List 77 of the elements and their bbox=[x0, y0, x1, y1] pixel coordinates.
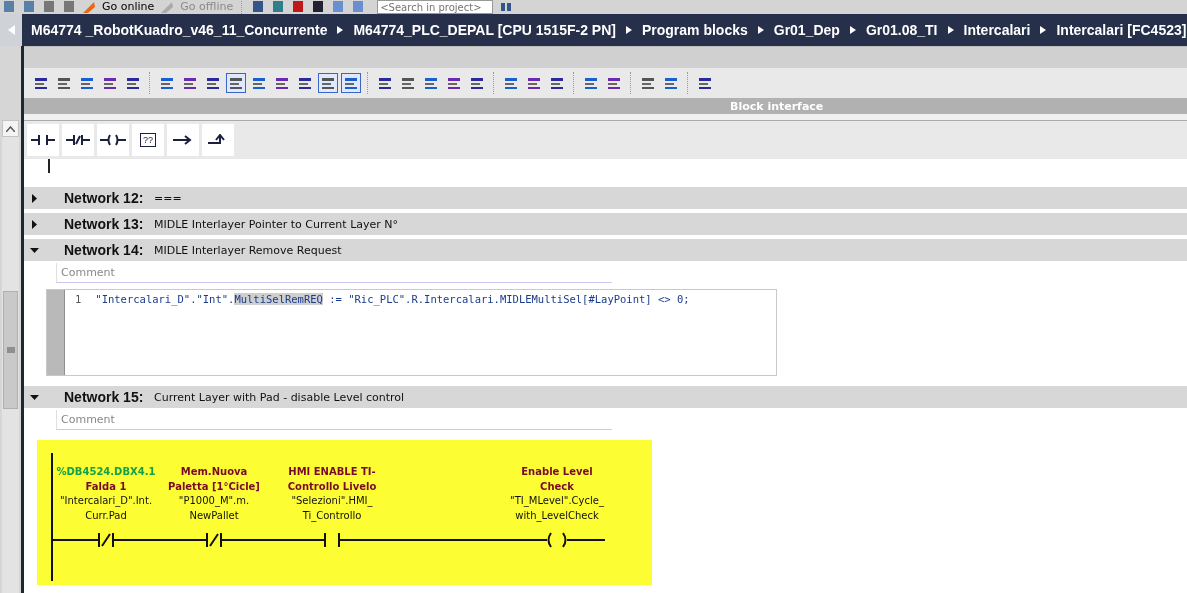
operand-name: with_LevelCheck bbox=[515, 508, 599, 523]
collapse-arrow-icon[interactable] bbox=[30, 392, 39, 402]
panel-title: Block interface bbox=[730, 99, 824, 113]
collapse-arrow-icon[interactable] bbox=[30, 245, 39, 255]
network-header[interactable]: Network 14: MIDLE Interlayer Remove Request bbox=[24, 239, 1187, 261]
back-arrow-icon bbox=[7, 25, 15, 35]
operand-name: "Selezioni".HMI_ bbox=[291, 494, 373, 509]
network-title: === bbox=[154, 191, 183, 205]
closed-contact[interactable] bbox=[98, 532, 114, 548]
list-icon[interactable] bbox=[319, 74, 337, 92]
network-number: Network 12: bbox=[64, 190, 145, 206]
breadcrumb-item[interactable]: Gr01.08_TI bbox=[865, 22, 938, 38]
tag-comment: Mem.Nuova bbox=[180, 465, 248, 479]
chevron-icon bbox=[757, 26, 764, 34]
tag-comment: Falda 1 bbox=[85, 479, 127, 494]
scrollbar[interactable] bbox=[2, 120, 19, 593]
text-cursor bbox=[48, 159, 50, 173]
comment-field[interactable]: Comment bbox=[56, 263, 612, 283]
close-branch-button[interactable] bbox=[202, 124, 234, 156]
breadcrumb-item[interactable]: Intercalari [FC4523] bbox=[1056, 22, 1187, 38]
network-number: Network 15: bbox=[64, 389, 145, 405]
breadcrumb-item[interactable]: Intercalari bbox=[963, 22, 1031, 38]
open-branch-icon bbox=[173, 134, 193, 146]
wire bbox=[566, 539, 606, 541]
network-title: MIDLE Interlayer Remove Request bbox=[154, 243, 343, 257]
grip-icon bbox=[6, 347, 15, 353]
network-number: Network 13: bbox=[64, 216, 145, 232]
breadcrumb-item[interactable]: Program blocks bbox=[641, 22, 748, 38]
line-number: 1 bbox=[75, 293, 82, 307]
tag-comment: Enable Level bbox=[521, 465, 593, 479]
closed-contact[interactable] bbox=[206, 532, 222, 548]
network-number: Network 14: bbox=[64, 242, 145, 258]
operand-name: Ti_Controllo bbox=[302, 508, 362, 523]
expand-arrow-icon[interactable] bbox=[30, 219, 39, 229]
network-header[interactable]: Network 15: Current Layer with Pad - disable Level control bbox=[24, 386, 1187, 408]
tag-comment: Check bbox=[540, 479, 574, 494]
close-branch-icon bbox=[208, 134, 228, 146]
operand-address: %DB4524.DBX4.1 bbox=[56, 465, 156, 479]
operand-name: "Intercalari_D".Int. bbox=[59, 494, 153, 509]
comment-field[interactable]: Comment bbox=[56, 410, 612, 430]
contact-icon bbox=[31, 134, 55, 146]
code-line: "Intercalari_D"."Int".MultiSelRemREQ := "Ric_PLC".R.Intercalari.MIDLEMultiSel[#LayPoint] <> 0; bbox=[95, 293, 690, 308]
breadcrumb-item[interactable]: M64774_PLC_DEPAL [CPU 1515F-2 PN] bbox=[353, 22, 616, 38]
coil-icon bbox=[100, 134, 126, 146]
tag-comment: Paletta [1°Cicle] bbox=[168, 479, 260, 494]
chevron-icon bbox=[947, 26, 954, 34]
open-branch-button[interactable] bbox=[167, 124, 199, 156]
open-contact[interactable] bbox=[324, 532, 340, 548]
operand-name: "TI_MLevel".Cycle_ bbox=[510, 494, 604, 509]
breadcrumb-item[interactable]: M64774 _RobotKuadro_v46_11_Concurrente bbox=[31, 22, 328, 38]
operand-name: Curr.Pad bbox=[85, 508, 127, 523]
closed-contact-button[interactable] bbox=[62, 124, 94, 156]
operand-name: "P1000_M".m. bbox=[178, 494, 250, 509]
chevron-icon bbox=[1040, 26, 1047, 34]
search-field[interactable]: <Search in project> bbox=[377, 0, 494, 14]
network-header[interactable]: Network 13: MIDLE Interlayer Pointer to Current Layer N° bbox=[24, 213, 1187, 235]
operand-name: NewPallet bbox=[189, 508, 239, 523]
coil-button[interactable] bbox=[97, 124, 129, 156]
expand-arrow-icon[interactable] bbox=[30, 193, 39, 203]
go-online-button[interactable]: Go online bbox=[102, 1, 155, 13]
scroll-thumb[interactable] bbox=[3, 291, 18, 409]
wire bbox=[51, 539, 99, 541]
chevron-icon bbox=[337, 26, 344, 34]
contact-button[interactable] bbox=[27, 124, 59, 156]
network-header[interactable]: Network 12: === bbox=[24, 187, 1187, 209]
tag-comment: HMI ENABLE TI- bbox=[288, 465, 376, 479]
chevron-icon bbox=[849, 26, 856, 34]
breadcrumb-item[interactable]: Gr01_Dep bbox=[773, 22, 840, 38]
empty-box-button[interactable]: ?? bbox=[132, 124, 164, 156]
network-title: Current Layer with Pad - disable Level control bbox=[154, 390, 406, 404]
coil[interactable] bbox=[547, 532, 567, 548]
code-editor[interactable]: 1 "Intercalari_D"."Int".MultiSelRemREQ := "Ric_PLC".R.Intercalari.MIDLEMultiSel[#LayPoint] <> 0; bbox=[46, 289, 777, 376]
closed-contact-icon bbox=[66, 134, 90, 146]
tag-comment: Controllo Livelo bbox=[287, 479, 377, 494]
scroll-up-button[interactable] bbox=[2, 120, 19, 137]
chevron-icon bbox=[625, 26, 632, 34]
network-title: MIDLE Interlayer Pointer to Current Layer N° bbox=[154, 217, 400, 231]
